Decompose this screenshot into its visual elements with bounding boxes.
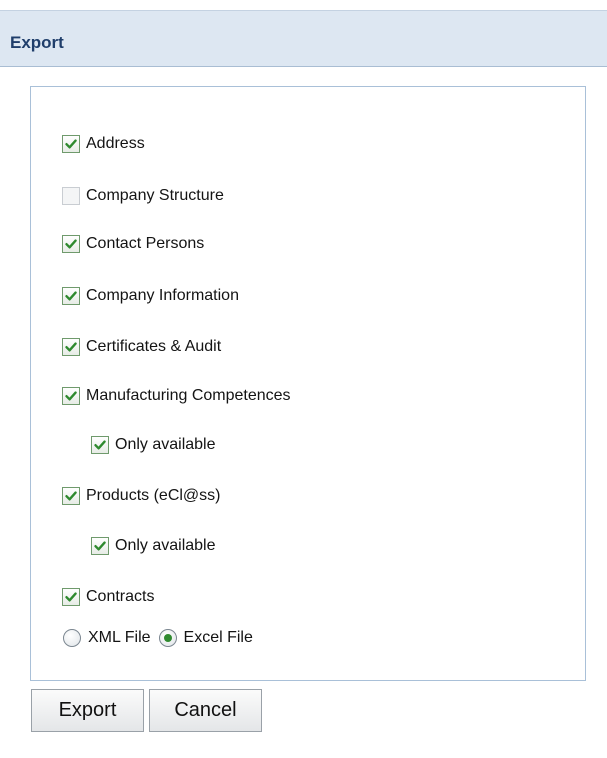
radio-dot-icon	[163, 634, 172, 642]
radio-excel-file[interactable]	[158, 629, 177, 647]
checkbox-manufacturing-competences[interactable]	[62, 387, 80, 405]
checkbox-manufacturing-only-available[interactable]	[91, 436, 109, 454]
checkmark-icon	[65, 491, 77, 501]
checkmark-icon	[65, 239, 77, 249]
checkmark-icon	[65, 592, 77, 602]
file-format-group: XML File Excel File	[63, 627, 253, 649]
checkmark-icon	[65, 139, 77, 149]
dialog-header: Export	[0, 10, 607, 67]
export-options-panel: Address Company Structure Contact Person…	[30, 86, 586, 681]
checkmark-icon	[94, 541, 106, 551]
option-label-company-information: Company Information	[86, 287, 239, 304]
option-company-information[interactable]: Company Information	[62, 285, 239, 307]
option-label-company-structure: Company Structure	[86, 187, 224, 204]
checkmark-icon	[65, 342, 77, 352]
dialog-title: Export	[10, 33, 64, 52]
checkmark-icon	[94, 440, 106, 450]
option-label-contact-persons: Contact Persons	[86, 235, 205, 252]
option-label-manufacturing-competences: Manufacturing Competences	[86, 387, 291, 404]
checkbox-company-information[interactable]	[62, 287, 80, 305]
option-certificates-audit[interactable]: Certificates & Audit	[62, 336, 221, 358]
checkbox-contracts[interactable]	[62, 588, 80, 606]
option-label-contracts: Contracts	[86, 588, 155, 605]
checkbox-certificates-audit[interactable]	[62, 338, 80, 356]
radio-label-excel-file: Excel File	[183, 629, 253, 646]
option-contracts[interactable]: Contracts	[62, 586, 154, 608]
option-manufacturing-only-available[interactable]: Only available	[91, 434, 216, 456]
checkmark-icon	[65, 391, 77, 401]
option-address[interactable]: Address	[62, 133, 145, 155]
option-label-products-only-available: Only available	[115, 537, 216, 554]
checkbox-contact-persons[interactable]	[62, 235, 80, 253]
radio-label-xml-file: XML File	[88, 629, 151, 646]
option-company-structure[interactable]: Company Structure	[62, 185, 224, 207]
option-contact-persons[interactable]: Contact Persons	[62, 233, 204, 255]
option-manufacturing-competences[interactable]: Manufacturing Competences	[62, 385, 291, 407]
checkbox-company-structure[interactable]	[62, 187, 80, 205]
checkbox-products-eclass[interactable]	[62, 487, 80, 505]
option-products-only-available[interactable]: Only available	[91, 535, 216, 557]
option-label-manufacturing-only-available: Only available	[115, 436, 216, 453]
cancel-button[interactable]: Cancel	[149, 689, 262, 732]
checkbox-address[interactable]	[62, 135, 80, 153]
option-products-eclass[interactable]: Products (eCl@ss)	[62, 485, 221, 507]
checkbox-products-only-available[interactable]	[91, 537, 109, 555]
radio-xml-file[interactable]	[63, 629, 81, 647]
option-label-address: Address	[86, 135, 145, 152]
checkmark-icon	[65, 291, 77, 301]
export-button[interactable]: Export	[31, 689, 144, 732]
option-label-certificates-audit: Certificates & Audit	[86, 338, 222, 355]
option-label-products-eclass: Products (eCl@ss)	[86, 487, 221, 504]
